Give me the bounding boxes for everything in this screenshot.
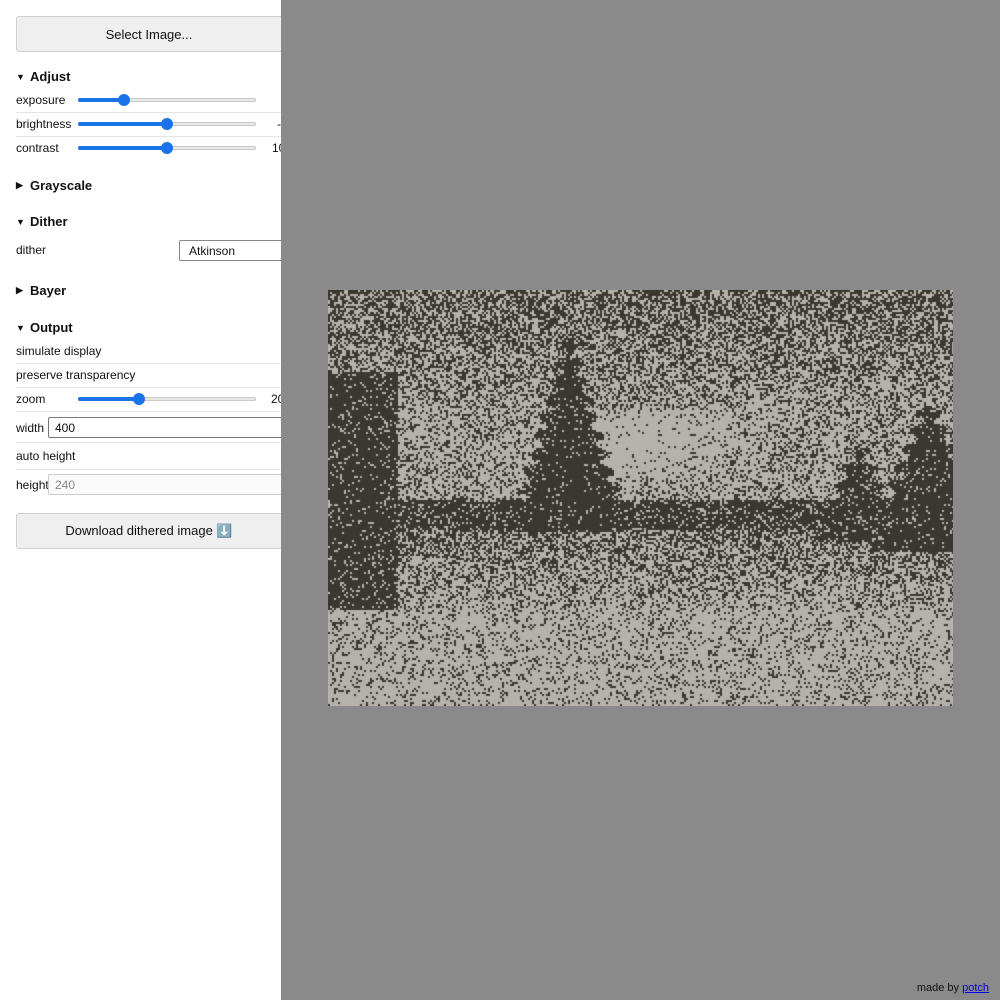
divider xyxy=(16,411,281,412)
preserve-transparency-row[interactable]: preserve transparency xyxy=(16,367,281,383)
slider-thumb[interactable] xyxy=(118,94,131,106)
made-by-text: made by xyxy=(916,982,960,994)
contrast-label: contrast xyxy=(16,141,59,155)
exposure-label: exposure xyxy=(16,93,66,107)
contrast-slider[interactable] xyxy=(78,140,258,156)
triangle-right-icon: ▶ xyxy=(16,180,23,190)
width-label: width xyxy=(16,421,45,435)
bayer-section-header[interactable]: ▶ Bayer xyxy=(16,283,66,298)
adjust-section-header[interactable]: ▼ Adjust xyxy=(16,69,70,84)
brightness-label: brightness xyxy=(16,117,72,131)
slider-fill xyxy=(78,122,167,126)
output-section-header[interactable]: ▼ Output xyxy=(16,320,73,335)
grayscale-section-header[interactable]: ▶ Grayscale xyxy=(16,178,92,193)
divider xyxy=(16,469,281,470)
triangle-right-icon: ▶ xyxy=(16,285,23,295)
slider-thumb[interactable] xyxy=(161,142,173,154)
zoom-slider[interactable] xyxy=(78,391,258,407)
dither-title: Dither xyxy=(30,214,68,229)
dither-label: dither xyxy=(16,243,47,257)
auto-height-row[interactable]: auto height xyxy=(16,448,281,464)
height-input[interactable]: 240 xyxy=(48,474,281,495)
credit-footer: made by potch xyxy=(917,982,989,994)
adjust-title: Adjust xyxy=(30,69,71,84)
preview-area: made by potch xyxy=(281,0,1000,1000)
divider xyxy=(16,112,281,113)
grayscale-title: Grayscale xyxy=(30,178,93,193)
divider xyxy=(16,442,281,443)
slider-thumb[interactable] xyxy=(161,118,173,130)
output-title: Output xyxy=(30,320,73,335)
contrast-value: 10 xyxy=(272,141,281,155)
simulate-display-label: simulate display xyxy=(16,344,102,358)
divider xyxy=(16,136,281,137)
divider xyxy=(16,387,281,388)
preserve-transparency-label: preserve transparency xyxy=(16,368,136,382)
slider-thumb[interactable] xyxy=(132,393,145,405)
dither-selected-value: Atkinson xyxy=(189,243,236,258)
triangle-down-icon: ▼ xyxy=(16,216,25,227)
author-link[interactable]: potch xyxy=(962,982,989,994)
exposure-slider[interactable] xyxy=(78,92,258,108)
auto-height-label: auto height xyxy=(16,449,76,463)
width-input-value: 400 xyxy=(55,420,76,435)
width-input[interactable]: 400 xyxy=(48,417,281,438)
download-button[interactable]: Download dithered image ⬇️ xyxy=(16,513,281,549)
zoom-value: 20 xyxy=(271,392,281,406)
slider-fill xyxy=(78,146,167,150)
dithered-image-preview xyxy=(328,290,953,706)
dither-select[interactable]: Atkinson xyxy=(179,240,281,261)
triangle-down-icon: ▼ xyxy=(16,322,25,333)
dither-section-header[interactable]: ▼ Dither xyxy=(16,214,68,229)
slider-fill xyxy=(78,397,139,401)
bayer-title: Bayer xyxy=(30,283,67,298)
simulate-display-row[interactable]: simulate display xyxy=(16,343,281,359)
brightness-slider[interactable] xyxy=(78,116,258,132)
height-label: height xyxy=(16,478,49,492)
zoom-label: zoom xyxy=(16,392,46,406)
divider xyxy=(16,363,281,364)
height-input-placeholder: 240 xyxy=(55,477,76,492)
control-panel: Select Image... ▼ Adjust exposure bright… xyxy=(0,0,281,1000)
select-image-button[interactable]: Select Image... xyxy=(16,16,281,52)
triangle-down-icon: ▼ xyxy=(16,71,25,82)
